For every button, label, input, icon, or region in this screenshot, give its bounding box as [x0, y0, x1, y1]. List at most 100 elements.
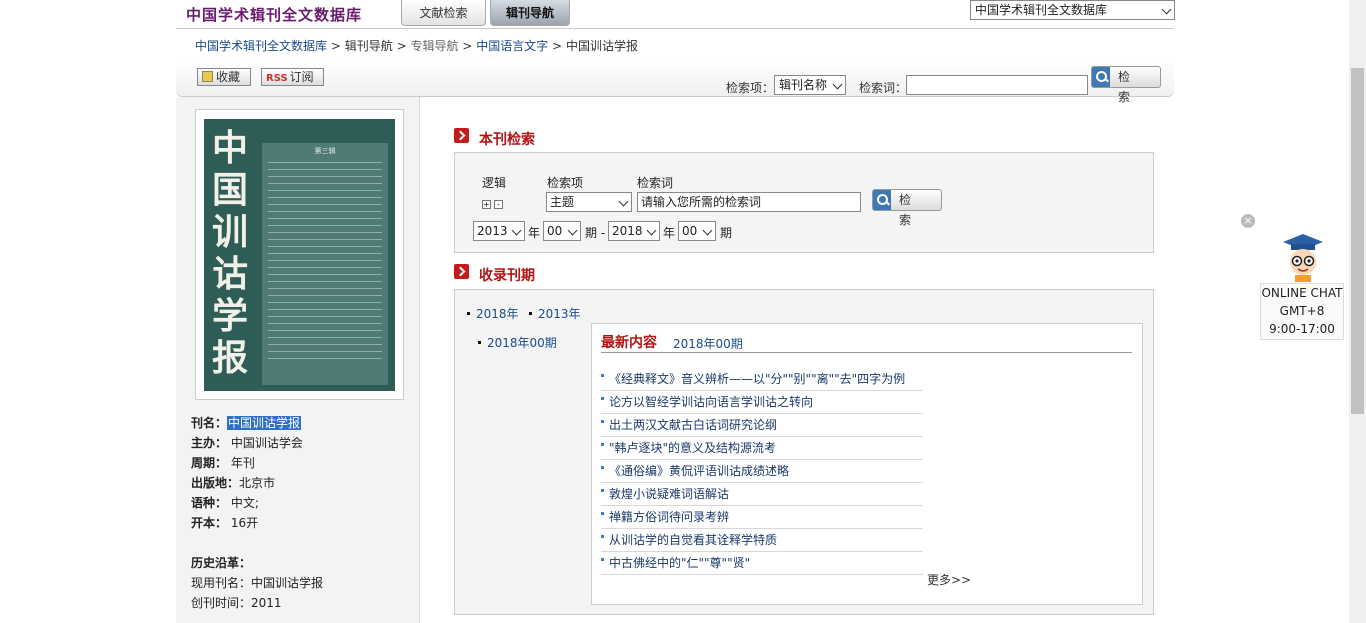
- chat-line-3: 9:00-17:00: [1269, 322, 1335, 336]
- chevron-down-icon: [567, 225, 578, 236]
- plus-icon[interactable]: +: [482, 200, 491, 209]
- year-link-2018[interactable]: 2018年: [467, 305, 519, 322]
- bullet-icon: [529, 312, 532, 315]
- rss-subscribe-button[interactable]: RSS 订阅: [261, 68, 324, 86]
- issue-from-select[interactable]: 00: [543, 221, 581, 241]
- issues-section-title: 收录刊期: [479, 268, 535, 284]
- site-logo[interactable]: 中国学术辑刊全文数据库: [186, 4, 362, 25]
- divider: [601, 352, 1132, 353]
- journal-search-button[interactable]: 检 索: [872, 189, 942, 227]
- database-select[interactable]: 中国学术辑刊全文数据库: [970, 0, 1175, 20]
- toolbar-search-label: 检 索: [1118, 70, 1136, 104]
- online-chat-box[interactable]: ONLINE CHAT GMT+8 9:00-17:00: [1260, 283, 1344, 340]
- article-link[interactable]: "韩卢逐块"的意义及结构源流考: [601, 437, 923, 460]
- search-icon: [1092, 67, 1110, 87]
- cover-toc: 第三辑: [262, 143, 388, 385]
- chat-line-1: ONLINE CHAT: [1261, 286, 1343, 300]
- search-field-label: 检索项: [547, 176, 584, 190]
- meta-value: 年刊: [230, 456, 255, 470]
- issue-unit-label: 期: [720, 226, 733, 240]
- tab-literature-search[interactable]: 文献检索: [401, 0, 486, 26]
- meta-place: 出版地：北京市: [191, 474, 275, 491]
- breadcrumb: 中国学术辑刊全文数据库 > 辑刊导航 > 专辑导航 > 中国语言文字 > 中国训…: [195, 37, 638, 54]
- search-word-input[interactable]: [906, 75, 1088, 95]
- history-label: 历史沿革：: [191, 556, 252, 570]
- search-field-value: 主题: [550, 195, 575, 209]
- toolbar: 收藏 RSS 订阅 检索项： 辑刊名称 检索词： 检 索: [176, 60, 1174, 104]
- search-section-title: 本刊检索: [479, 132, 535, 148]
- article-link[interactable]: 中古佛经中的"仁""尊""贤": [601, 552, 923, 575]
- chevron-down-icon: [511, 225, 522, 236]
- meta-language: 语种： 中文;: [191, 494, 259, 511]
- bullet-icon: [467, 312, 470, 315]
- year-link-2013[interactable]: 2013年: [529, 305, 581, 322]
- chat-line-2: GMT+8: [1279, 304, 1325, 318]
- rss-label: 订阅: [289, 70, 314, 84]
- search-term-label: 检索词: [637, 176, 674, 190]
- top-bar: 中国学术辑刊全文数据库 文献检索 辑刊导航 中国学术辑刊全文数据库: [176, 0, 1175, 29]
- meta-label: 周期：: [191, 456, 228, 470]
- chevron-down-icon: [832, 79, 843, 90]
- breadcrumb-sep: >: [462, 39, 473, 53]
- issue-from-value: 00: [547, 224, 563, 238]
- search-icon: [873, 190, 891, 210]
- chevron-down-icon: [702, 225, 713, 236]
- meta-value: 北京市: [239, 476, 276, 490]
- year-2013-label: 2013年: [538, 307, 581, 321]
- meta-label: 开本：: [191, 516, 228, 530]
- rss-icon: RSS: [266, 73, 288, 84]
- meta-journal-name: 刊名：中国训诂学报: [191, 414, 302, 431]
- logic-label: 逻辑: [482, 176, 507, 190]
- article-link[interactable]: 论方以智经学训诂向语言学训诂之转向: [601, 391, 923, 414]
- history-founded: 创刊时间：2011: [191, 596, 282, 610]
- meta-value: 中文;: [230, 496, 259, 510]
- chevron-down-icon: [646, 225, 657, 236]
- latest-issue: 2018年00期: [673, 337, 743, 351]
- page: 中国学术辑刊全文数据库 文献检索 辑刊导航 中国学术辑刊全文数据库 中国学术辑刊…: [0, 0, 1366, 623]
- tab-journal-navigation[interactable]: 辑刊导航: [490, 0, 570, 26]
- favorite-icon: [202, 71, 213, 82]
- search-field-select[interactable]: 主题: [546, 192, 632, 212]
- minus-icon[interactable]: -: [494, 200, 503, 209]
- meta-value: 中国训诂学报: [227, 416, 302, 430]
- year-from-select[interactable]: 2013: [473, 221, 525, 241]
- meta-format: 开本： 16开: [191, 514, 258, 531]
- breadcrumb-item-category[interactable]: 中国语言文字: [476, 39, 548, 53]
- article-link[interactable]: 《经典释文》音义辨析——以"分""别""离""去"四字为例: [601, 368, 923, 391]
- meta-label: 出版地：: [191, 476, 240, 490]
- more-link[interactable]: 更多>>: [927, 571, 971, 588]
- search-term-input[interactable]: 请输入您所需的检索词: [637, 192, 861, 212]
- favorite-button[interactable]: 收藏: [197, 68, 251, 86]
- article-link[interactable]: 出土两汉文献古白话词研究论纲: [601, 414, 923, 437]
- breadcrumb-item-db[interactable]: 中国学术辑刊全文数据库: [195, 39, 327, 53]
- database-select-value: 中国学术辑刊全文数据库: [975, 3, 1108, 17]
- search-item-select[interactable]: 辑刊名称: [774, 75, 846, 95]
- article-link[interactable]: 禅籍方俗词待问录考辨: [601, 506, 923, 529]
- scrollbar[interactable]: [1349, 0, 1366, 623]
- search-word-label: 检索词：: [859, 81, 908, 95]
- year-to-select[interactable]: 2018: [608, 221, 660, 241]
- meta-value: 中国训诂学会: [230, 436, 303, 450]
- journal-info-panel: 中国训诂学报 第三辑 刊名：中国训诂学报 主办： 中国训诂学会 周期： 年刊 出…: [176, 97, 420, 623]
- chat-mascot-icon[interactable]: [1281, 232, 1325, 282]
- scrollbar-thumb[interactable]: [1351, 68, 1364, 414]
- bullet-icon: [478, 341, 481, 344]
- breadcrumb-item-special: 专辑导航: [410, 39, 459, 53]
- close-icon[interactable]: ×: [1241, 214, 1255, 228]
- breadcrumb-item-nav: 辑刊导航: [344, 39, 393, 53]
- toolbar-search-button[interactable]: 检 索: [1091, 66, 1161, 104]
- issue-to-select[interactable]: 00: [678, 221, 716, 241]
- search-item-select-value: 辑刊名称: [779, 78, 828, 92]
- section-arrow-icon: [454, 264, 469, 279]
- breadcrumb-sep: >: [552, 39, 563, 53]
- article-link[interactable]: 从训诂学的自觉看其诠释学特质: [601, 529, 923, 552]
- issue-to-value: 00: [682, 224, 698, 238]
- issue-link-2018-00[interactable]: 2018年00期: [478, 334, 557, 351]
- article-link[interactable]: 敦煌小说疑难词语解诂: [601, 483, 923, 506]
- year-to-value: 2018: [612, 224, 643, 238]
- meta-period: 周期： 年刊: [191, 454, 255, 471]
- article-link[interactable]: 《通俗编》黄侃评语训诂成绩述略: [601, 460, 923, 483]
- history-title: 历史沿革：: [191, 554, 251, 571]
- favorite-label: 收藏: [216, 70, 241, 84]
- year-from-value: 2013: [477, 224, 508, 238]
